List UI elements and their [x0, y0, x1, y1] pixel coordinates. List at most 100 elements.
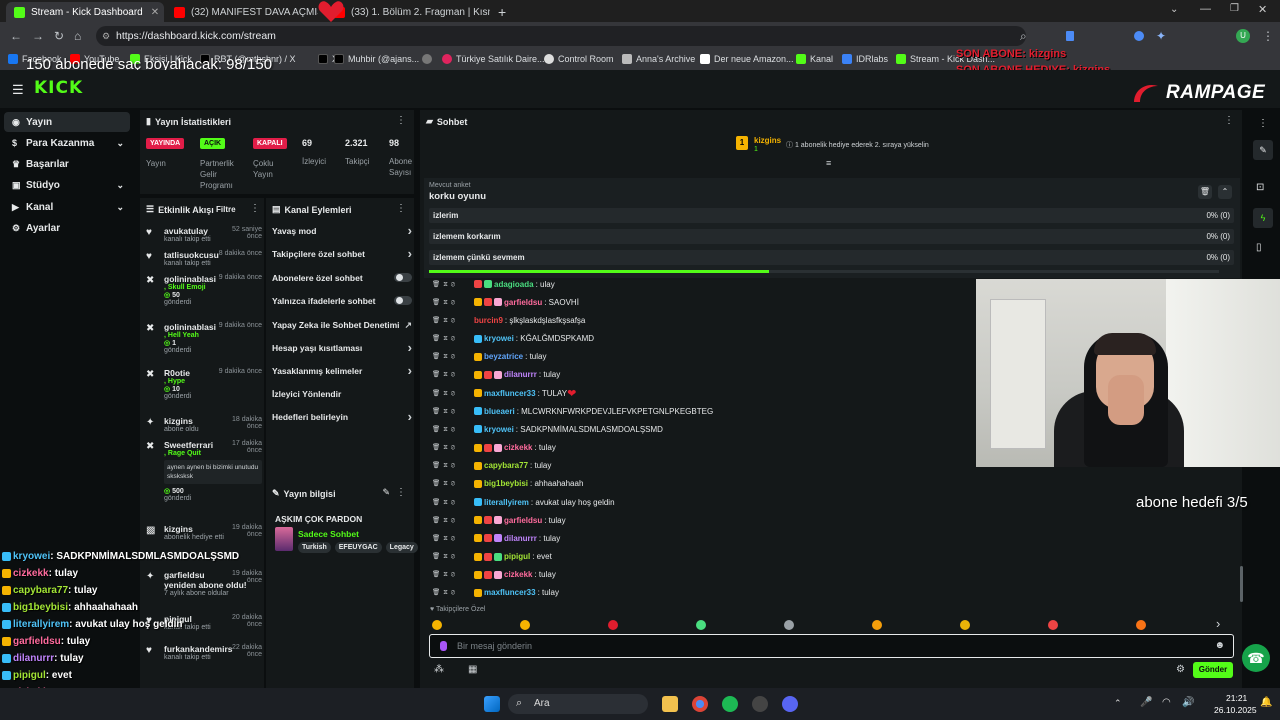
tab-youtube-manifest[interactable]: (32) MANIFEST DAVA AÇMIŞ. - Y [166, 2, 318, 22]
rail-pencil-icon[interactable]: ✎ [1253, 140, 1273, 160]
chat-username[interactable]: dilanurrr [504, 370, 537, 379]
emote-laugh-icon[interactable] [872, 620, 882, 630]
channel-action-7[interactable]: İzleyici Yönlendir [272, 389, 412, 399]
nav-item-4[interactable]: ▶ Kanal ⌄ [4, 197, 130, 217]
chat-input-box[interactable]: Bir mesaj gönderin ☻ [429, 634, 1234, 658]
badge-selector-icon[interactable] [440, 641, 447, 651]
emote-banana-icon[interactable] [960, 620, 970, 630]
nav-item-5[interactable]: ⚙ Ayarlar [4, 219, 130, 239]
chat-username[interactable]: burcin9 [474, 316, 503, 325]
collapse-poll-icon[interactable]: ⌃ [1218, 185, 1232, 199]
channel-action-3[interactable]: Yalnızca ifadelerle sohbet [272, 296, 412, 306]
nav-item-1[interactable]: $ Para Kazanma ⌄ [4, 133, 130, 153]
bookmark-idrlabs[interactable]: IDRlabs [842, 54, 888, 64]
browser-menu-icon[interactable]: ⋮ [1262, 29, 1274, 43]
emote-flag-icon[interactable] [1048, 620, 1058, 630]
filter-button[interactable]: Filtre [216, 205, 236, 214]
chat-username[interactable]: kryowei [484, 425, 514, 434]
nav-item-0[interactable]: ◉ Yayın [4, 112, 130, 132]
tag-chip[interactable]: Turkish [298, 542, 331, 553]
chat-username[interactable]: capybara77 [484, 461, 528, 470]
chat-username[interactable]: garfieldsu [504, 516, 542, 525]
chat-username[interactable]: beyzatrice [484, 352, 523, 361]
extensions-puzzle-icon[interactable]: ✦ [1156, 29, 1166, 43]
zoom-icon[interactable]: ⌕ [1020, 29, 1027, 44]
tag-chip[interactable]: Legacy [385, 542, 418, 553]
nav-item-3[interactable]: ▣ Stüdyo ⌄ [4, 176, 130, 196]
windows-start-icon[interactable] [484, 696, 500, 712]
notification-bell-icon[interactable]: 🔔 [1260, 697, 1272, 708]
delete-poll-icon[interactable]: 🗑 [1198, 185, 1212, 199]
emote-ghost-icon[interactable] [784, 620, 794, 630]
mod-tools-icon[interactable]: 🗑⧖⊘ [432, 570, 474, 579]
mod-tools-icon[interactable]: 🗑⧖⊘ [432, 461, 474, 470]
channel-action-4[interactable]: Yapay Zeka ile Sohbet Denetimi ↗ [272, 320, 412, 330]
bookmark-annas-archive[interactable]: Anna's Archive [622, 54, 695, 64]
channel-action-1[interactable]: Takipçilere özel sohbet › [272, 246, 412, 261]
mod-tools-icon[interactable]: 🗑⧖⊘ [432, 407, 474, 416]
volume-icon[interactable]: 🔊 [1182, 697, 1194, 708]
bookmark-amazon[interactable]: Der neue Amazon... [700, 54, 794, 64]
mod-tools-icon[interactable]: 🗑⧖⊘ [432, 316, 474, 325]
chat-username[interactable]: adagioada [494, 280, 534, 289]
back-icon[interactable]: ← [10, 29, 22, 43]
channel-action-8[interactable]: Hedefleri belirleyin › [272, 409, 412, 424]
toggle-switch[interactable] [394, 273, 412, 282]
nav-item-2[interactable]: ♛ Başarılar [4, 155, 130, 175]
hamburger-menu-icon[interactable]: ☰ [12, 82, 24, 98]
file-explorer-icon[interactable] [662, 696, 678, 712]
chat-collapse-icon[interactable]: ≡ [826, 158, 831, 168]
chat-username[interactable]: literallyirem [484, 498, 529, 507]
rail-lightning-icon[interactable]: ϟ [1253, 208, 1273, 228]
forward-icon[interactable]: → [32, 29, 44, 43]
obs-icon[interactable] [752, 696, 768, 712]
maximize-icon[interactable]: ❐ [1230, 3, 1239, 14]
send-button[interactable]: Gönder [1193, 662, 1233, 678]
chat-gear-icon[interactable]: ⚙ [1176, 664, 1185, 675]
chat-username[interactable]: big1beybisi [484, 479, 528, 488]
tab-kick-dashboard[interactable]: Stream - Kick Dashboard ✕ [6, 2, 164, 22]
stream-category[interactable]: Sadece Sohbet [298, 529, 359, 539]
mod-tools-icon[interactable]: 🗑⧖⊘ [432, 498, 474, 507]
activity-menu-icon[interactable]: ⋮ [250, 203, 260, 214]
bookmark-kanal[interactable]: Kanal [796, 54, 833, 64]
mod-tools-icon[interactable]: 🗑⧖⊘ [432, 588, 474, 597]
mod-tools-icon[interactable]: 🗑⧖⊘ [432, 479, 474, 488]
profile-avatar[interactable]: U [1236, 29, 1250, 43]
chat-scrollbar[interactable] [1240, 566, 1243, 602]
reload-icon[interactable]: ↻ [54, 29, 64, 43]
channel-action-0[interactable]: Yavaş mod › [272, 223, 412, 238]
discord-icon[interactable] [782, 696, 798, 712]
emote-smile-icon[interactable] [520, 620, 530, 630]
pinned-user[interactable]: kizgins [754, 136, 781, 145]
taskbar-search[interactable]: ⌕ Ara [508, 694, 648, 714]
channel-action-5[interactable]: Hesap yaşı kısıtlaması › [272, 340, 412, 355]
edit-stream-info-icon[interactable]: ✎ [382, 487, 390, 498]
emote-peach-icon[interactable] [432, 620, 442, 630]
spotify-icon[interactable] [722, 696, 738, 712]
chat-username[interactable]: maxfluncer33 [484, 588, 536, 597]
rail-dots-icon[interactable]: ⋮ [1258, 118, 1268, 129]
toggle-switch[interactable] [394, 296, 412, 305]
emote-cool-icon[interactable] [1136, 620, 1146, 630]
stream-info-menu-icon[interactable]: ⋮ [396, 487, 406, 498]
mod-tools-icon[interactable]: 🗑⧖⊘ [432, 534, 474, 543]
new-tab-icon[interactable]: + [490, 2, 510, 22]
mod-tools-icon[interactable]: 🗑⧖⊘ [432, 389, 474, 398]
poll-option[interactable]: izlerim 0% (0) [429, 208, 1234, 223]
mod-tools-icon[interactable]: 🗑⧖⊘ [432, 370, 474, 379]
mod-tools-icon[interactable]: 🗑⧖⊘ [432, 443, 474, 452]
minimize-icon[interactable]: — [1200, 3, 1211, 15]
chat-settings-icon[interactable]: ⁂ [434, 664, 444, 675]
tray-chevron-icon[interactable]: ⌃ [1114, 698, 1122, 709]
mod-tools-icon[interactable]: 🗑⧖⊘ [432, 552, 474, 561]
poll-option[interactable]: izlemem çünkü sevmem 0% (0) [429, 250, 1234, 265]
bookmark-muhbir[interactable]: Muhbir (@ajans... [334, 54, 419, 64]
rail-camera-icon[interactable]: ⊡ [1256, 182, 1264, 193]
tab-youtube-fragman[interactable]: (33) 1. Bölüm 2. Fragman | Kısm ✕ [326, 2, 490, 22]
emote-more-icon[interactable]: › [1216, 616, 1220, 631]
bookmark-satilik-daire[interactable]: Türkiye Satılık Daire... [442, 54, 545, 64]
chat-username[interactable]: cizkekk [504, 570, 532, 579]
bookmark-control-room[interactable]: Control Room [544, 54, 614, 64]
chat-username[interactable]: garfieldsu [504, 298, 542, 307]
